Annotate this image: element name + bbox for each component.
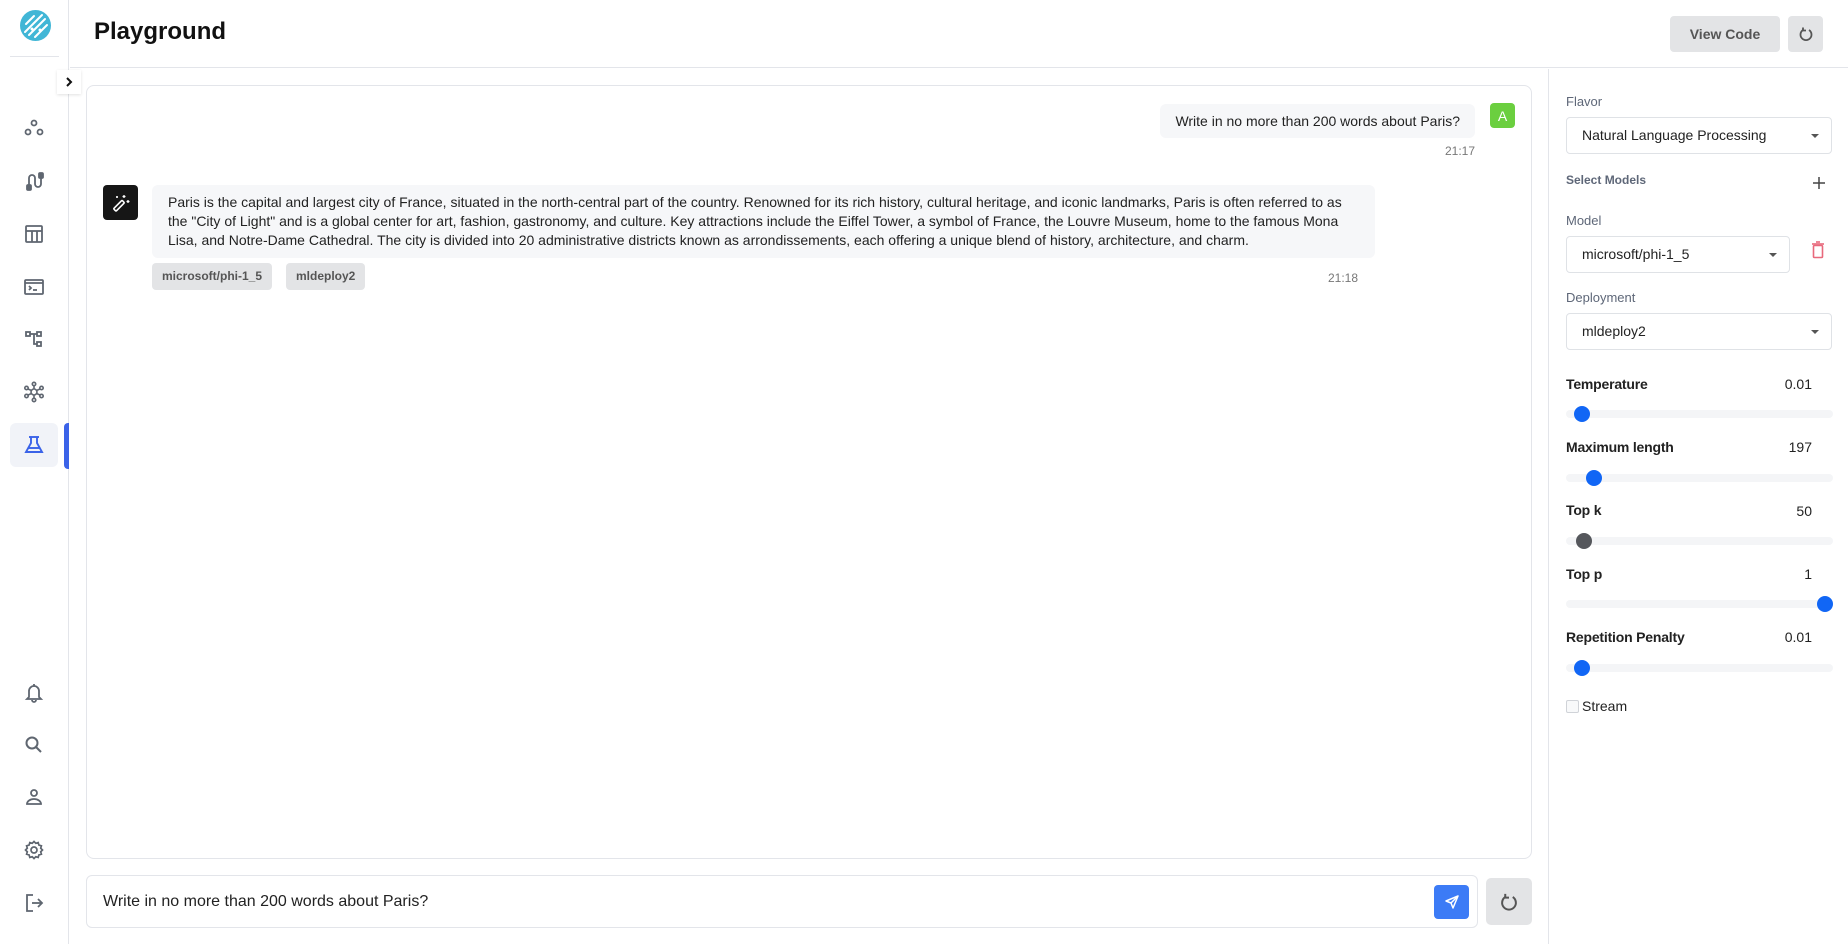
select-models-label: Select Models [1566,173,1647,187]
sidebar-item-pipelines[interactable] [10,159,58,203]
settings-panel: Flavor Natural Language Processing Selec… [1548,69,1848,944]
sidebar-item-datasets[interactable] [10,212,58,256]
model-select[interactable]: microsoft/phi-1_5 [1566,236,1790,273]
sidebar-expand-button[interactable] [57,70,81,94]
trash-icon[interactable] [1810,240,1826,260]
flavor-select[interactable]: Natural Language Processing [1566,117,1832,154]
temperature-label: Temperature [1566,376,1648,392]
model-label: Model [1566,213,1602,228]
top-k-value: 50 [1796,503,1812,519]
assistant-message-time: 21:18 [1328,271,1359,285]
top-k-label: Top k [1566,502,1602,518]
sidebar-item-search[interactable] [10,723,58,767]
chevron-down-icon [1769,253,1777,257]
temperature-slider-thumb[interactable] [1573,406,1590,422]
temperature-slider[interactable] [1566,406,1833,422]
prompt-input[interactable] [103,876,1423,927]
page-title: Playground [94,18,227,45]
top-p-slider-thumb[interactable] [1817,596,1833,612]
header: Playground View Code [70,0,1848,68]
max-length-label: Maximum length [1566,439,1674,455]
top-p-slider[interactable] [1566,596,1833,612]
sidebar-item-projects[interactable] [10,106,58,150]
terminal-icon [24,279,44,295]
refresh-button[interactable] [1788,16,1823,52]
user-avatar: A [1490,103,1515,128]
repetition-penalty-label: Repetition Penalty [1566,629,1685,645]
deployment-label: Deployment [1566,290,1636,305]
model-value: microsoft/phi-1_5 [1582,246,1690,262]
reset-chat-button[interactable] [1486,878,1532,925]
repetition-penalty-value: 0.01 [1784,629,1812,645]
chevron-down-icon [1811,330,1819,334]
search-icon [25,736,42,753]
user-message-time: 21:17 [1444,144,1475,158]
brand-logo[interactable] [20,10,51,41]
sidebar-item-playground[interactable] [10,423,58,467]
sidebar-item-workflows[interactable] [10,317,58,361]
view-code-button[interactable]: View Code [1670,16,1780,52]
top-p-label: Top p [1566,566,1603,582]
sidebar-item-logout[interactable] [10,881,58,925]
top-p-value: 1 [1804,566,1812,582]
chat-panel: Write in no more than 200 words about Pa… [86,85,1532,859]
bell-icon [24,684,44,703]
stream-option: Stream [1566,698,1627,714]
magic-wand-icon [112,194,129,212]
gear-icon [24,840,44,860]
user-message: Write in no more than 200 words about Pa… [1160,104,1475,138]
route-icon [26,172,44,191]
max-length-slider-thumb[interactable] [1586,470,1603,486]
repetition-penalty-slider-thumb[interactable] [1573,660,1590,676]
sidebar-item-profile[interactable] [10,775,58,819]
plus-icon[interactable] [1809,173,1829,193]
send-icon [1444,895,1459,909]
repetition-penalty-slider[interactable] [1566,660,1833,676]
refresh-icon [1501,893,1517,911]
top-k-slider-thumb[interactable] [1576,533,1593,549]
model-tag: microsoft/phi-1_5 [152,263,273,290]
sidebar [0,0,69,944]
table-icon [25,225,43,243]
refresh-icon [1799,27,1812,41]
circles-icon [24,119,44,136]
deployment-value: mldeploy2 [1582,323,1646,339]
flavor-value: Natural Language Processing [1582,127,1767,143]
send-button[interactable] [1434,885,1469,919]
prompt-input-container [86,875,1478,928]
active-indicator [64,423,69,469]
assistant-avatar [103,185,138,220]
assistant-message: Paris is the capital and largest city of… [152,185,1375,258]
flavor-label: Flavor [1566,94,1603,109]
hierarchy-icon [25,331,42,347]
sidebar-item-models[interactable] [10,370,58,414]
logout-icon [26,894,44,912]
temperature-value: 0.01 [1784,376,1812,392]
max-length-slider[interactable] [1566,470,1833,486]
stream-label: Stream [1582,698,1628,714]
flask-icon [24,436,44,453]
logo-divider [10,56,59,57]
sidebar-item-notifications[interactable] [10,670,58,714]
max-length-value: 197 [1788,439,1812,455]
user-icon [26,789,42,805]
sidebar-item-terminal[interactable] [10,265,58,309]
deployment-tag: mldeploy2 [286,263,366,290]
network-icon [23,381,44,403]
stream-checkbox[interactable] [1566,699,1579,713]
chevron-right-icon [66,77,73,87]
deployment-select[interactable]: mldeploy2 [1566,313,1832,350]
chevron-down-icon [1811,134,1819,138]
top-k-slider[interactable] [1566,533,1833,549]
sidebar-item-settings[interactable] [10,828,58,872]
